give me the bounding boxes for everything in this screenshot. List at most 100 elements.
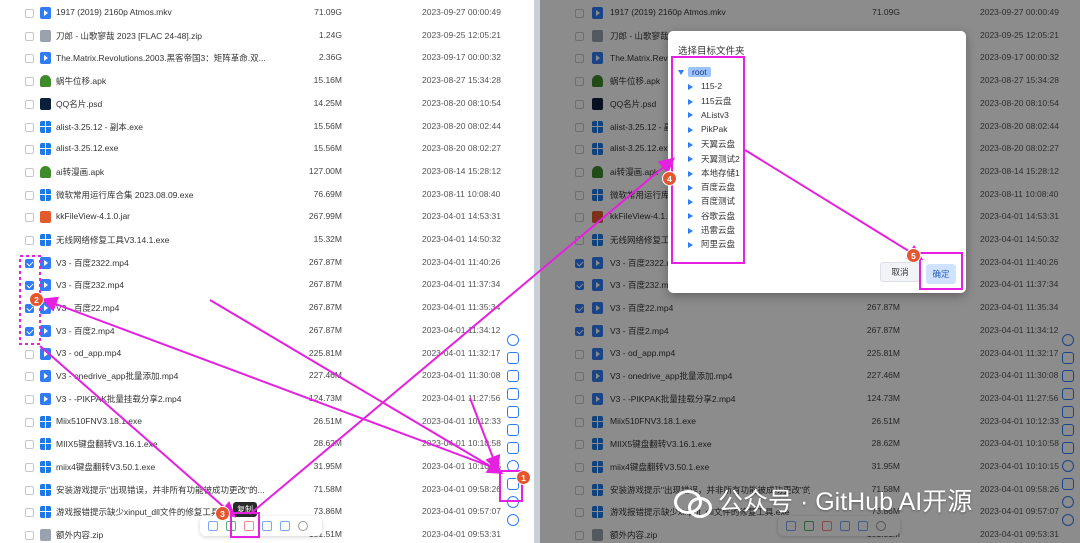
file-row[interactable]: V3 - onedrive_app批量添加.mp4 227.46M 2023-04-… — [0, 365, 500, 387]
close-icon[interactable] — [876, 521, 886, 531]
row-checkbox[interactable] — [25, 417, 34, 427]
file-name[interactable]: miix4键盘翻转V3.50.1.exe — [56, 461, 266, 473]
tree-node-folder[interactable]: 百度云盘 — [688, 181, 735, 193]
file-row[interactable]: V3 - 百度2.mp4 267.87M 2023-04-01 11:34:12 — [0, 320, 500, 342]
file-name[interactable]: V3 - -PIKPAK批量挂载分享2.mp4 — [610, 393, 810, 405]
file-name[interactable]: Miix510FNV3.18.1.exe — [56, 416, 266, 426]
file-name[interactable]: V3 - onedrive_app批量添加.mp4 — [610, 370, 810, 382]
file-row[interactable]: V3 - -PIKPAK批量挂载分享2.mp4 124.73M 2023-04-01… — [0, 388, 500, 410]
tree-node-folder[interactable]: 谷歌云盘 — [688, 210, 735, 222]
row-checkbox[interactable] — [25, 463, 34, 472]
file-name[interactable]: Miix510FNV3.18.1.exe — [610, 416, 810, 426]
file-row[interactable]: 无线网络修复工具V3.14.1.exe 15.32M 2023-04-01 14:5… — [0, 229, 501, 251]
confirm-button[interactable]: 确定 — [926, 264, 956, 284]
cloud-icon[interactable] — [280, 521, 290, 531]
settings-icon[interactable] — [1062, 496, 1074, 508]
file-name[interactable]: 1917 (2019) 2160p Atmos.mkv — [610, 7, 810, 17]
row-checkbox[interactable] — [25, 190, 34, 200]
file-row[interactable]: 1917 (2019) 2160p Atmos.mkv 71.09G 2023-09… — [0, 2, 501, 24]
row-checkbox[interactable] — [25, 122, 34, 132]
delete-icon[interactable] — [822, 521, 832, 531]
file-row[interactable]: Miix510FNV3.18.1.exe 26.51M 2023-04-01 10:… — [540, 411, 1060, 433]
file-name[interactable]: V3 - 百度2.mp4 — [56, 325, 266, 337]
file-row[interactable]: The.Matrix.Revolutions.2003.黑客帝国3：矩阵革命.双… — [0, 47, 501, 69]
row-checkbox[interactable] — [575, 440, 584, 450]
row-checkbox[interactable] — [575, 213, 584, 223]
file-name[interactable]: MIIX5键盘翻转V3.16.1.exe — [610, 438, 810, 450]
cloud-icon[interactable] — [858, 521, 868, 531]
new-file-icon[interactable] — [507, 352, 519, 364]
delete-icon[interactable] — [244, 521, 254, 531]
tree-node-folder[interactable]: 阿里云盘 — [688, 238, 735, 250]
row-checkbox[interactable] — [575, 281, 584, 291]
row-checkbox[interactable] — [25, 394, 34, 404]
folder-icon[interactable] — [507, 406, 519, 418]
row-checkbox[interactable] — [575, 326, 584, 336]
rename-icon[interactable] — [786, 521, 796, 531]
tree-node-folder[interactable]: AListv3 — [688, 110, 729, 120]
file-name[interactable]: V3 - od_app.mp4 — [610, 348, 810, 358]
row-checkbox[interactable] — [25, 508, 34, 518]
file-row[interactable]: 1917 (2019) 2160p Atmos.mkv 71.09G 2023-09… — [540, 2, 1060, 24]
row-checkbox[interactable] — [25, 258, 34, 268]
select-toggle-icon[interactable] — [1062, 478, 1074, 490]
file-name[interactable]: 刀郎 - 山歌寥哉 2023 [FLAC 24-48].zip — [56, 30, 266, 42]
row-checkbox[interactable] — [25, 167, 34, 177]
row-checkbox[interactable] — [25, 349, 34, 359]
file-name[interactable]: V3 - 百度22.mp4 — [610, 302, 810, 314]
row-checkbox[interactable] — [575, 122, 584, 132]
file-row[interactable]: V3 - 百度22.mp4 267.87M 2023-04-01 11:35:34 — [540, 297, 1060, 319]
upload-icon[interactable] — [1062, 388, 1074, 400]
file-name[interactable]: 蜗牛位移.apk — [56, 75, 266, 87]
new-folder-icon[interactable] — [1062, 370, 1074, 382]
file-name[interactable]: V3 - onedrive_app批量添加.mp4 — [56, 370, 266, 382]
row-checkbox[interactable] — [575, 54, 584, 64]
file-name[interactable]: 安装游戏提示"出现错误，并非所有功能被成功更改"的... — [56, 484, 266, 496]
row-checkbox[interactable] — [25, 372, 34, 382]
file-row[interactable]: V3 - 百度2322.mp4 267.87M 2023-04-01 11:40:2… — [0, 252, 500, 274]
folder-icon[interactable] — [1062, 406, 1074, 418]
tree-node-folder[interactable]: 115云盘 — [688, 95, 732, 107]
row-checkbox[interactable] — [575, 463, 584, 472]
tree-node-root[interactable]: root — [678, 67, 711, 77]
link-icon[interactable] — [840, 521, 850, 531]
file-row[interactable]: V3 - 百度2.mp4 267.87M 2023-04-01 11:34:12 — [540, 320, 1060, 342]
file-name[interactable]: V3 - 百度2322.mp4 — [56, 257, 266, 269]
file-name[interactable]: V3 - od_app.mp4 — [56, 348, 266, 358]
row-checkbox[interactable] — [575, 77, 584, 87]
file-name[interactable]: V3 - 百度2.mp4 — [610, 325, 810, 337]
offline-download-icon[interactable] — [507, 424, 519, 436]
row-checkbox[interactable] — [25, 9, 34, 18]
file-row[interactable]: miix4键盘翻转V3.50.1.exe 31.95M 2023-04-01 10:… — [0, 456, 501, 478]
file-row[interactable]: 安装游戏提示"出现错误，并非所有功能被成功更改"的... 71.58M 2023-0… — [0, 479, 501, 501]
file-row[interactable]: Miix510FNV3.18.1.exe 26.51M 2023-04-01 10:… — [0, 411, 501, 433]
row-checkbox[interactable] — [25, 485, 34, 495]
row-checkbox[interactable] — [25, 54, 34, 64]
tree-node-folder[interactable]: 本地存储1 — [688, 167, 740, 179]
row-checkbox[interactable] — [575, 167, 584, 177]
cancel-button[interactable]: 取消 — [880, 262, 920, 282]
row-checkbox[interactable] — [575, 258, 584, 268]
tree-node-folder[interactable]: PikPak — [688, 124, 727, 134]
tree-node-folder[interactable]: 115-2 — [688, 81, 722, 91]
file-row[interactable]: ai转漫画.apk 127.00M 2023-08-14 15:28:12 — [0, 161, 501, 183]
file-row[interactable]: 蜗牛位移.apk 15.16M 2023-08-27 15:34:28 — [0, 70, 501, 92]
wifi-icon[interactable] — [1062, 460, 1074, 472]
refresh-icon[interactable] — [507, 334, 519, 346]
file-row[interactable]: 刀郎 - 山歌寥哉 2023 [FLAC 24-48].zip 1.24G 2023… — [0, 25, 501, 47]
cloud-download-icon[interactable] — [1062, 442, 1074, 454]
tree-node-folder[interactable]: 天翼云盘 — [688, 138, 735, 150]
row-checkbox[interactable] — [575, 417, 584, 427]
file-row[interactable]: alist-3.25.12 - 副本.exe 15.56M 2023-08-20 0… — [0, 116, 501, 138]
tree-node-folder[interactable]: 天翼测试2 — [688, 153, 740, 165]
row-checkbox[interactable] — [575, 531, 584, 541]
copy-icon[interactable] — [804, 521, 814, 531]
file-name[interactable]: V3 - -PIKPAK批量挂载分享2.mp4 — [56, 393, 266, 405]
row-checkbox[interactable] — [25, 236, 34, 245]
row-checkbox[interactable] — [575, 236, 584, 245]
row-checkbox[interactable] — [25, 326, 34, 336]
row-checkbox[interactable] — [575, 9, 584, 18]
file-name[interactable]: 1917 (2019) 2160p Atmos.mkv — [56, 7, 266, 17]
file-name[interactable]: 微软常用运行库合集 2023.08.09.exe — [56, 189, 266, 201]
rename-icon[interactable] — [208, 521, 218, 531]
